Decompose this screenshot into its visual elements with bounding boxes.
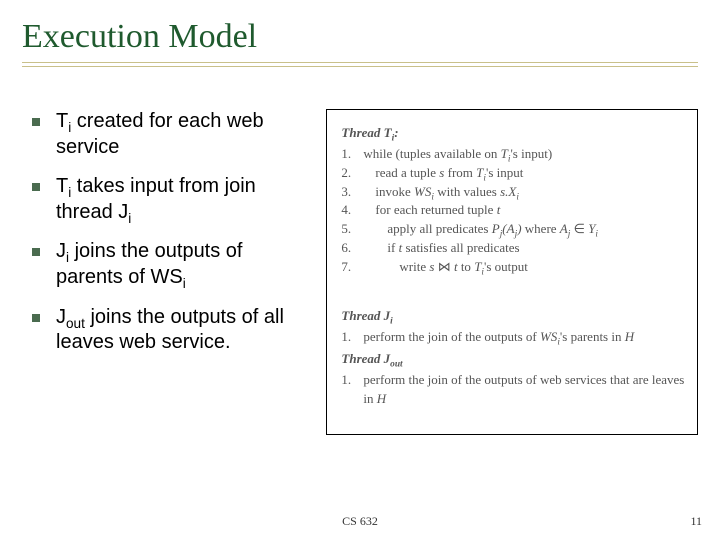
thread-j-step: 1.perform the join of the outputs of WSi… [341, 328, 687, 347]
bullet-list: Ti created for each web service Ti takes … [22, 109, 312, 435]
bullet-icon [32, 314, 40, 322]
bullet-icon [32, 183, 40, 191]
thread-t-step: 7.write s ⋈ t to Ti's output [341, 258, 687, 277]
title-rule [22, 62, 698, 63]
bullet-icon [32, 118, 40, 126]
list-item: Ji joins the outputs of parents of WSi [22, 239, 312, 290]
slide-title: Execution Model [22, 18, 698, 60]
step-text: apply all predicates Pj(Aj) where Aj ∈ Y… [363, 220, 598, 239]
algorithm-figure: Thread Ti:1.while (tuples available on T… [326, 109, 698, 435]
bullet-text: Ti takes input from join thread Ji [56, 174, 312, 225]
bullet-text: Ji joins the outputs of parents of WSi [56, 239, 312, 290]
footer-center: CS 632 [342, 514, 378, 529]
step-text: perform the join of the outputs of web s… [363, 371, 687, 409]
step-number: 2. [341, 164, 363, 183]
thread-jout-step: 1.perform the join of the outputs of web… [341, 371, 687, 409]
step-text: if t satisfies all predicates [363, 239, 519, 258]
footer-page-number: 11 [690, 514, 702, 529]
step-number: 4. [341, 201, 363, 220]
step-number: 5. [341, 220, 363, 239]
list-item: Jout joins the outputs of all leaves web… [22, 305, 312, 356]
list-item: Ti created for each web service [22, 109, 312, 160]
step-text: read a tuple s from Ti's input [363, 164, 523, 183]
thread-t-step: 4.for each returned tuple t [341, 201, 687, 220]
thread-t-step: 1.while (tuples available on Ti's input) [341, 145, 687, 164]
step-number: 3. [341, 183, 363, 202]
list-item: Ti takes input from join thread Ji [22, 174, 312, 225]
thread-t-label: Thread Ti: [341, 124, 687, 143]
slide-body: Ti created for each web service Ti takes … [22, 109, 698, 435]
slide: Execution Model Ti created for each web … [0, 0, 720, 540]
slide-footer: CS 632 11 [0, 514, 720, 532]
step-number: 1. [341, 328, 363, 347]
bullet-icon [32, 248, 40, 256]
step-text: write s ⋈ t to Ti's output [363, 258, 528, 277]
thread-t-step: 6.if t satisfies all predicates [341, 239, 687, 258]
step-number: 1. [341, 371, 363, 409]
step-number: 1. [341, 145, 363, 164]
thread-t-step: 3.invoke WSi with values s.Xi [341, 183, 687, 202]
thread-t-step: 5.apply all predicates Pj(Aj) where Aj ∈… [341, 220, 687, 239]
thread-t-step: 2.read a tuple s from Ti's input [341, 164, 687, 183]
step-text: for each returned tuple t [363, 201, 500, 220]
thread-jout-label: Thread Jout [341, 350, 687, 369]
step-text: perform the join of the outputs of WSi's… [363, 328, 634, 347]
step-text: invoke WSi with values s.Xi [363, 183, 519, 202]
title-rule [22, 66, 698, 67]
thread-j-label: Thread Ji [341, 307, 687, 326]
step-text: while (tuples available on Ti's input) [363, 145, 552, 164]
bullet-text: Jout joins the outputs of all leaves web… [56, 305, 312, 356]
step-number: 6. [341, 239, 363, 258]
bullet-text: Ti created for each web service [56, 109, 312, 160]
step-number: 7. [341, 258, 363, 277]
